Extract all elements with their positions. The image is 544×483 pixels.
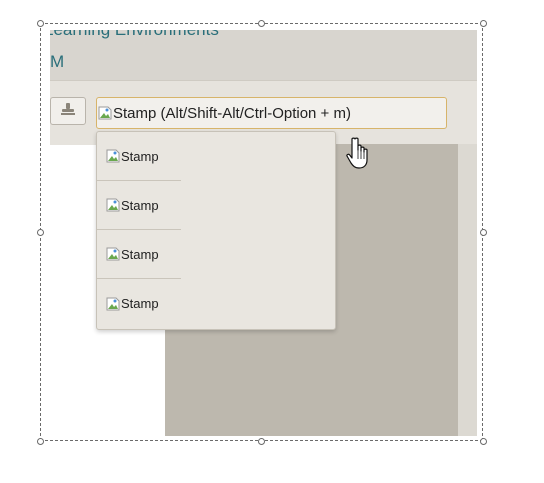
resize-handle-middle-right[interactable]	[480, 229, 487, 236]
resize-handle-middle-left[interactable]	[37, 229, 44, 236]
resize-handle-bottom-center[interactable]	[258, 438, 265, 445]
resize-handle-bottom-right[interactable]	[480, 438, 487, 445]
resize-handle-top-left[interactable]	[37, 20, 44, 27]
resize-handle-bottom-left[interactable]	[37, 438, 44, 445]
resize-handle-top-right[interactable]	[480, 20, 487, 27]
resize-handle-top-center[interactable]	[258, 20, 265, 27]
image-selection-frame[interactable]	[40, 23, 483, 441]
canvas: Learning Environments M	[0, 0, 544, 483]
